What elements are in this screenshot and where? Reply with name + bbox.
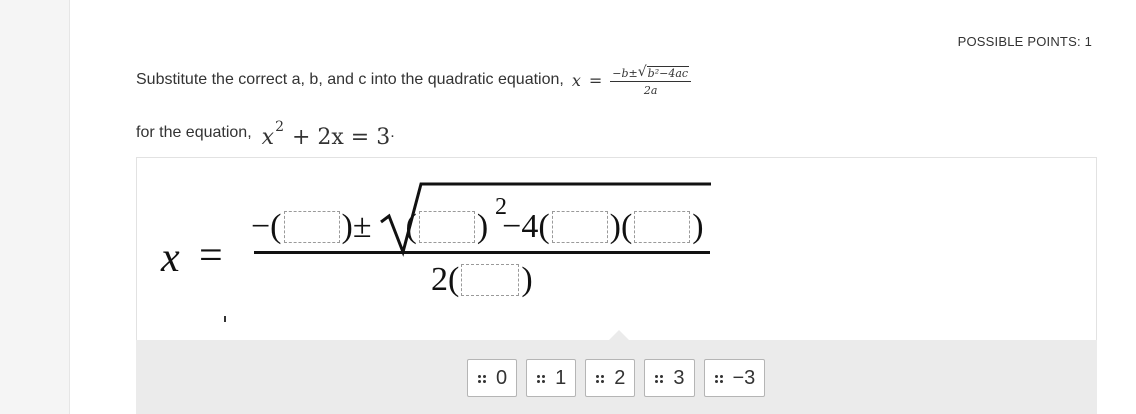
equation-intro: for the equation, (136, 124, 252, 141)
question-text: Substitute the correct a, b, and c into … (136, 71, 564, 88)
square-close-paren: ) (476, 208, 489, 245)
answer-chip[interactable]: −3 (703, 359, 766, 397)
sqrt-symbol-icon: √ (637, 63, 647, 80)
question-line-2: for the equation, x2 + 2x = 3 . (136, 112, 395, 150)
drop-zone-c[interactable] (634, 211, 691, 243)
quadratic-formula: −b± √ b²−4ac 2a (610, 63, 692, 97)
equation-base: x (261, 125, 275, 150)
equation-rest: + 2x = 3 (291, 125, 391, 150)
answer-chip[interactable]: 2 (585, 359, 636, 397)
answer-bank: 0 1 2 3 −3 (467, 359, 766, 397)
answer-chip[interactable]: 0 (467, 359, 518, 397)
drop-zone-a[interactable] (551, 211, 608, 243)
equation-exponent: 2 (275, 119, 284, 135)
drag-handle-icon (655, 375, 666, 385)
drop-zone-b[interactable] (283, 211, 340, 243)
chip-label: 1 (555, 367, 567, 389)
answer-chip[interactable]: 3 (644, 359, 695, 397)
drag-handle-icon (596, 375, 607, 385)
drag-handle-icon (714, 375, 726, 385)
left-gutter (0, 0, 70, 414)
formula-lhs: x (571, 70, 581, 90)
plus-minus: )± (341, 208, 372, 245)
formula-denominator: 2a (643, 83, 658, 97)
chip-label: 0 (496, 367, 508, 389)
drop-zone-denominator-a[interactable] (461, 264, 520, 296)
middle-parens: )( (609, 208, 633, 245)
formula-radical: √ b²−4ac (637, 63, 690, 80)
square-open-paren: ( (405, 208, 417, 245)
drop-zone-b-squared[interactable] (418, 211, 475, 243)
chip-label: 2 (614, 367, 626, 389)
workspace-equals: = (199, 233, 223, 279)
square-exponent: 2 (495, 194, 507, 220)
equation-period: . (390, 124, 395, 141)
cursor-mark (224, 316, 226, 322)
denominator-close: ) (521, 261, 533, 298)
denominator-row: 2( ) (431, 258, 533, 302)
drag-handle-icon (537, 375, 548, 385)
given-equation: x2 + 2x = 3 (261, 119, 391, 150)
numerator-row: −( )± ( ) −4( )( ) (251, 204, 704, 250)
formula-numerator-prefix: −b± (612, 66, 638, 80)
formula-template: x = −( )± ( ) −4( )( ) 2 2( ) (137, 158, 757, 338)
formula-radicand: b²−4ac (646, 65, 690, 80)
neg-open-paren: −( (251, 208, 282, 245)
question-line-1: Substitute the correct a, b, and c into … (136, 58, 692, 102)
minus-four: −4( (502, 208, 550, 245)
answer-chip[interactable]: 1 (526, 359, 577, 397)
chip-label: −3 (732, 367, 756, 389)
drag-handle-icon (478, 375, 489, 385)
formula-equals: = (588, 70, 603, 90)
tray-pointer (609, 330, 629, 340)
workspace-lhs: x (161, 235, 180, 281)
chip-label: 3 (673, 367, 685, 389)
denominator-open: 2( (431, 261, 460, 298)
end-paren: ) (692, 208, 704, 245)
fraction-bar (254, 251, 710, 254)
possible-points-label: POSSIBLE POINTS: 1 (957, 34, 1092, 49)
